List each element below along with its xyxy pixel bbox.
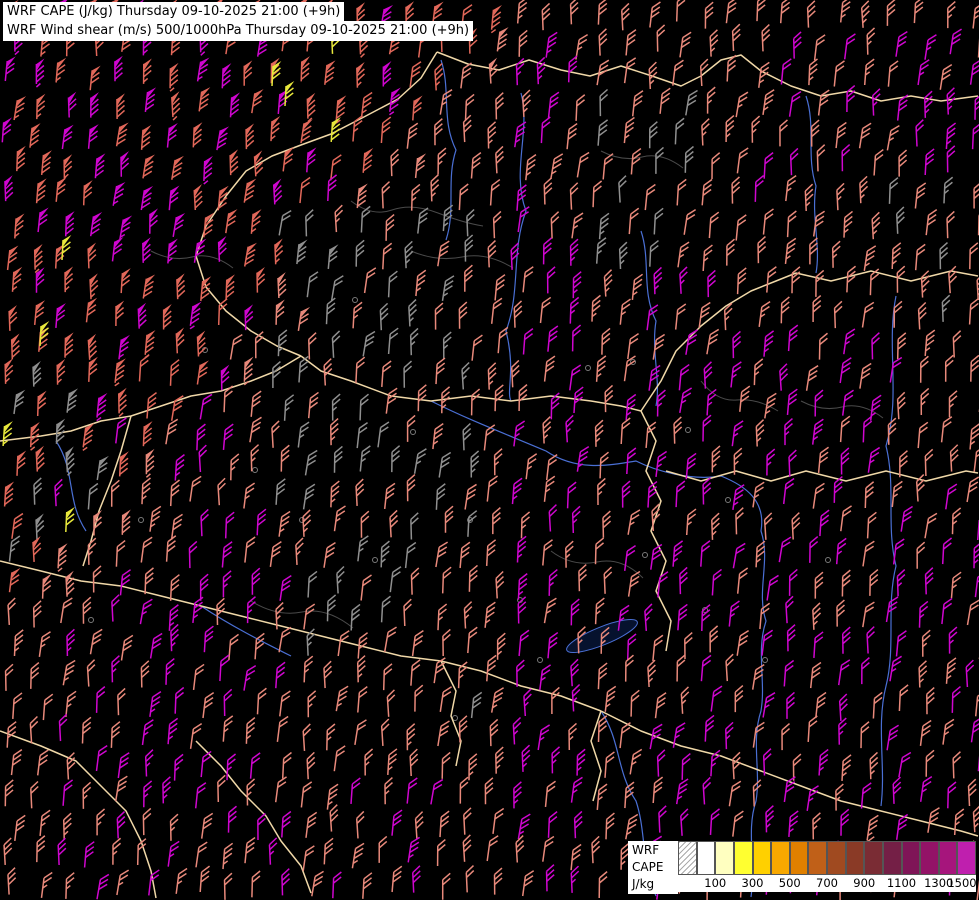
legend-tick-label: 100 xyxy=(704,876,726,890)
legend-swatch xyxy=(753,841,772,875)
legend-swatch xyxy=(902,841,921,875)
weather-map-stage: WRF CAPE (J/kg) Thursday 09-10-2025 21:0… xyxy=(0,0,979,900)
legend-swatch xyxy=(808,841,827,875)
admin-borders-layer xyxy=(151,151,883,628)
map-title-cape-text: WRF CAPE (J/kg) Thursday 09-10-2025 21:0… xyxy=(7,4,340,19)
city-markers-layer xyxy=(89,298,831,721)
legend-color-scale xyxy=(678,841,976,875)
legend-variable-label: CAPE xyxy=(632,859,678,876)
legend-tick-label: 900 xyxy=(853,876,875,890)
legend-swatch xyxy=(678,841,697,875)
wind-barbs-layer xyxy=(2,0,979,900)
legend-swatch xyxy=(697,841,716,875)
legend-tick-label: 500 xyxy=(779,876,801,890)
legend-swatch xyxy=(957,841,976,875)
legend-tick-label: 1100 xyxy=(887,876,916,890)
map-title-shear-text: WRF Wind shear (m/s) 500/1000hPa Thursda… xyxy=(7,23,469,38)
legend-swatch xyxy=(734,841,753,875)
legend-tick-label: 1500 xyxy=(947,876,976,890)
legend-swatch xyxy=(715,841,734,875)
legend-label-box: WRF CAPE J/kg xyxy=(628,841,678,894)
legend-model-label: WRF xyxy=(632,842,678,859)
rivers-layer xyxy=(56,60,896,897)
legend-swatch xyxy=(883,841,902,875)
legend-swatch xyxy=(846,841,865,875)
legend-swatch xyxy=(864,841,883,875)
legend-swatch xyxy=(939,841,958,875)
legend-swatch xyxy=(827,841,846,875)
map-title-shear: WRF Wind shear (m/s) 500/1000hPa Thursda… xyxy=(3,21,473,41)
legend-units-label: J/kg xyxy=(632,876,678,893)
legend-tick-labels: 100300500700900110013001500 xyxy=(678,875,976,892)
legend-tick-label: 700 xyxy=(816,876,838,890)
legend-swatch xyxy=(790,841,809,875)
legend-tick-label: 300 xyxy=(742,876,764,890)
legend-swatch xyxy=(920,841,939,875)
legend-scale: 100300500700900110013001500 xyxy=(678,841,976,894)
map-title-cape: WRF CAPE (J/kg) Thursday 09-10-2025 21:0… xyxy=(3,2,344,22)
legend-swatch xyxy=(771,841,790,875)
legend: WRF CAPE J/kg 10030050070090011001300150… xyxy=(628,841,976,894)
weather-map xyxy=(0,0,979,900)
